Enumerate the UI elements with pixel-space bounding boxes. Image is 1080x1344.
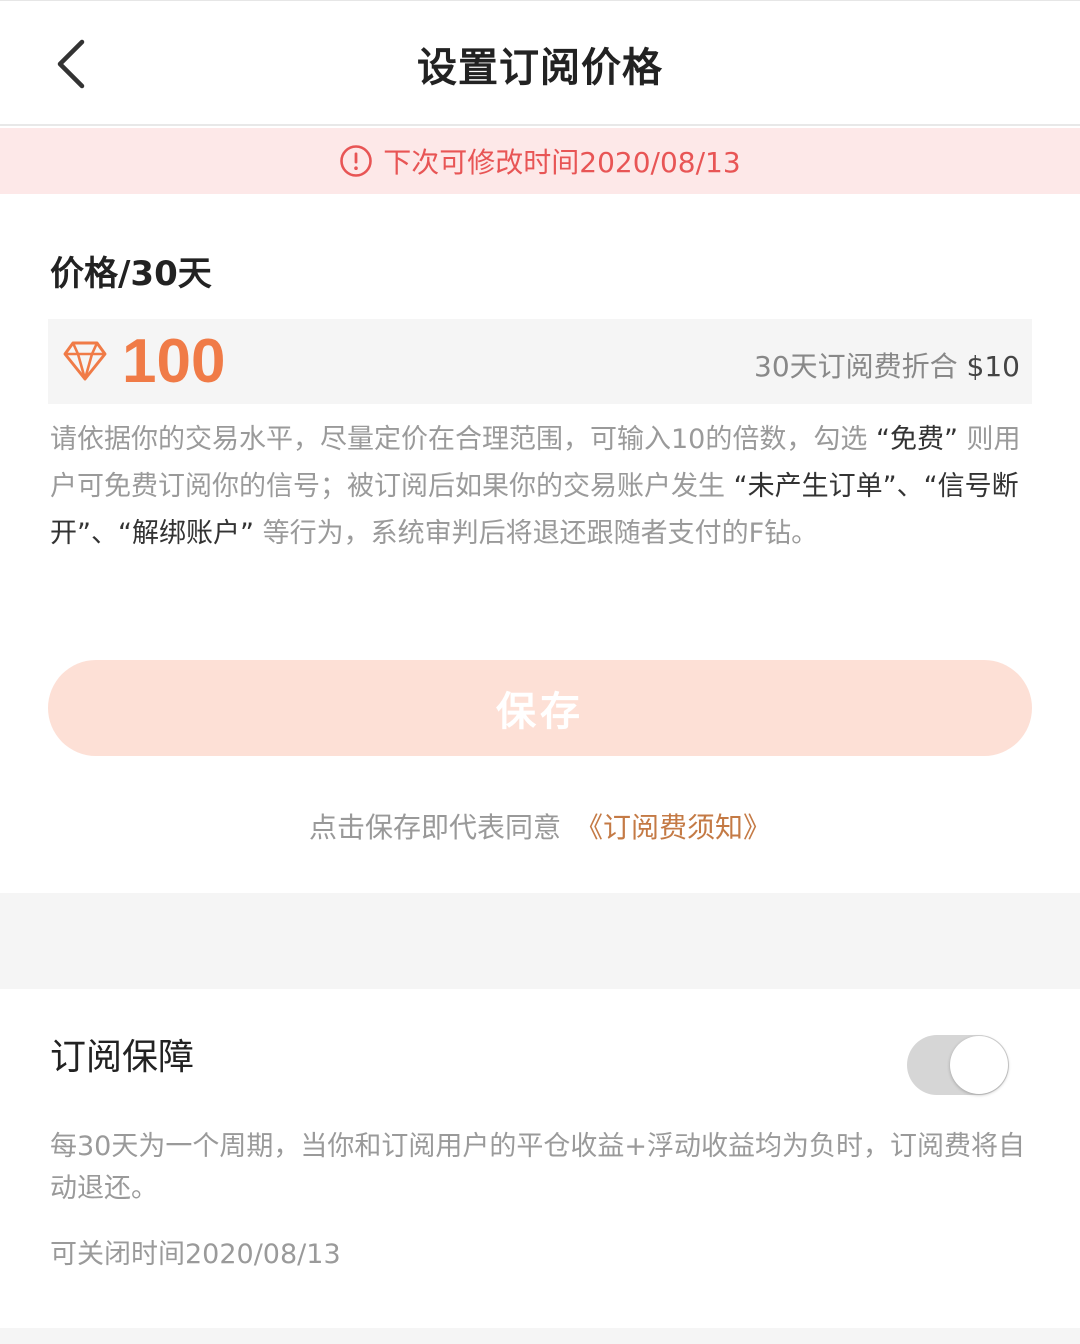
desc-no-orders: “未产生订单”	[733, 471, 897, 502]
page-title: 设置订阅价格	[417, 45, 663, 91]
header: 设置订阅价格	[0, 0, 1080, 126]
desc-part1: 请依据你的交易水平，尽量定价在合理范围，可输入10的倍数，勾选	[50, 424, 876, 455]
desc-sep2: 、	[91, 518, 118, 549]
agreement-text: 点击保存即代表同意	[308, 811, 561, 844]
guarantee-toggle[interactable]	[907, 1035, 1009, 1095]
save-button-label: 保存	[496, 690, 584, 734]
toggle-knob	[950, 1036, 1008, 1094]
desc-part3: 等行为，系统审判后将退还跟随者支付的F钻。	[253, 518, 819, 549]
guarantee-close-time: 可关闭时间2020/08/13	[50, 1239, 341, 1270]
guarantee-description: 每30天为一个周期，当你和订阅用户的平仓收益+浮动收益均为负时，订阅费将自动退还…	[50, 1131, 1025, 1204]
bottom-divider	[0, 1328, 1080, 1344]
diamond-icon	[63, 341, 107, 381]
agreement-line: 点击保存即代表同意 《订阅费须知》	[0, 806, 1080, 846]
guarantee-title: 订阅保障	[50, 1037, 195, 1078]
price-conversion-prefix: 30天订阅费折合	[754, 350, 967, 383]
notice-banner: 下次可修改时间2020/08/13	[0, 128, 1080, 194]
price-field: 30天订阅费折合 $10	[48, 319, 1032, 404]
notice-text: 下次可修改时间2020/08/13	[383, 146, 741, 179]
price-input[interactable]	[122, 325, 522, 397]
price-label: 价格/30天	[50, 254, 212, 294]
desc-sep1: 、	[896, 471, 924, 502]
price-conversion-amount: $10	[966, 350, 1020, 383]
desc-unbind: “解绑账户”	[118, 518, 254, 549]
subscription-terms-link[interactable]: 《订阅费须知》	[575, 811, 771, 844]
desc-free: “免费”	[875, 424, 958, 455]
save-button[interactable]: 保存	[48, 660, 1032, 756]
section-divider	[0, 893, 1080, 989]
price-conversion: 30天订阅费折合 $10	[754, 345, 1020, 385]
price-description: 请依据你的交易水平，尽量定价在合理范围，可输入10的倍数，勾选 “免费” 则用户…	[50, 416, 1034, 557]
page: 设置订阅价格 下次可修改时间2020/08/13 价格/30天 30天订阅费折合…	[0, 0, 1080, 1344]
alert-circle-icon	[340, 145, 373, 177]
